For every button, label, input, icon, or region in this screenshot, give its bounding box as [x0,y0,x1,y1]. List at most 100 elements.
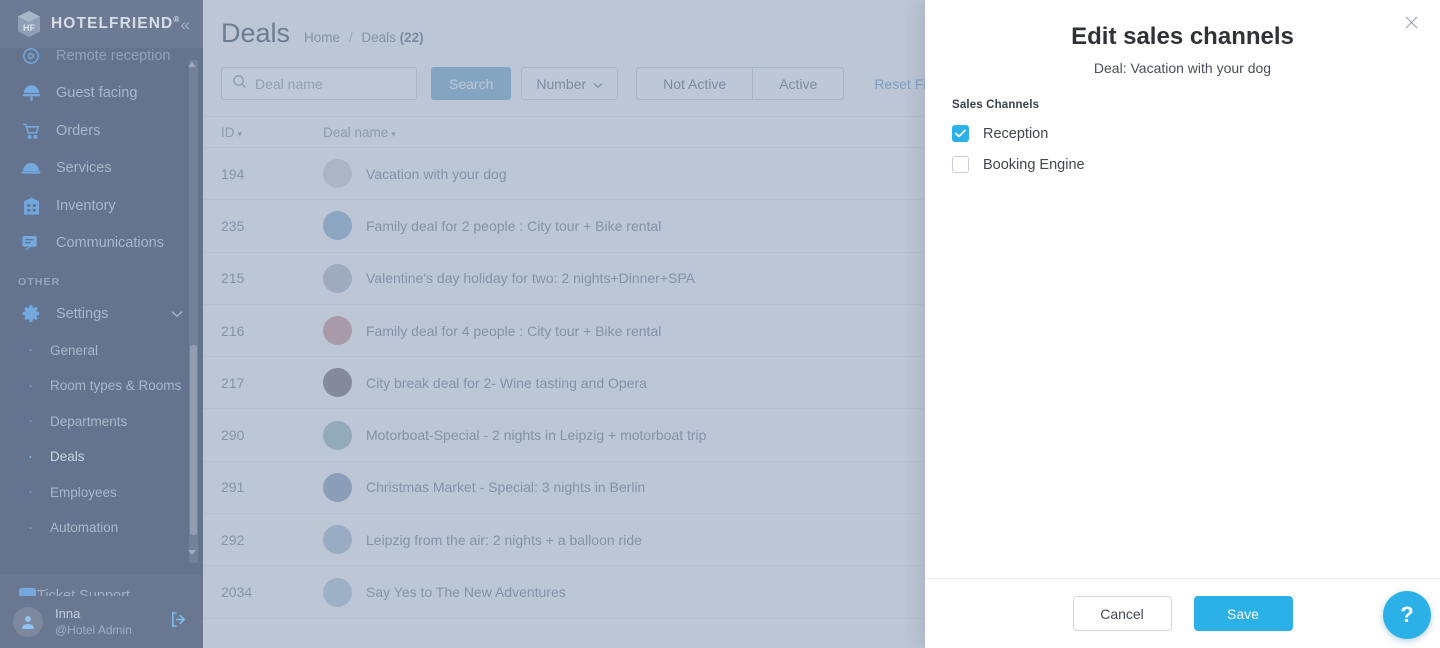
sidebar-item-settings-label: Settings [56,305,109,322]
sales-channel-label: Reception [983,125,1049,142]
deal-thumbnail [323,525,352,555]
cell-id: 292 [221,531,245,548]
checkbox-reception[interactable] [952,125,969,142]
sidebar-logo[interactable]: HF HOTELFRIEND® « [0,0,203,48]
deal-thumbnail [323,159,352,189]
close-icon[interactable] [1399,10,1423,34]
breadcrumb: Home / Deals (22) [304,30,424,45]
cell-id: 235 [221,217,245,234]
sidebar-item-automation[interactable]: · Automation [0,510,203,546]
user-info: Inna @Hotel Admin [55,606,132,637]
app-root: Deals Home / Deals (22) Deal name Search… [0,0,1440,648]
sales-channel-row[interactable]: Reception [952,125,1440,142]
svg-text:HF: HF [23,23,35,33]
sidebar-item-orders[interactable]: Orders [0,112,203,150]
cell-id: 215 [221,270,245,287]
search-input[interactable]: Deal name [221,67,417,100]
cloche-icon [18,158,44,178]
sidebar-item-remote-reception[interactable]: Remote reception [0,48,203,75]
page-title: Deals [221,18,291,48]
filter-not-active[interactable]: Not Active [637,68,753,99]
scrollbar-down-arrow-icon[interactable] [188,550,196,555]
deal-name-text: Motorboat-Special - 2 nights in Leipzig … [366,427,707,444]
sales-channel-label: Booking Engine [983,156,1085,173]
cancel-button[interactable]: Cancel [1072,596,1172,631]
sales-channels-list: Reception Booking Engine [952,125,1440,173]
sales-channel-row[interactable]: Booking Engine [952,156,1440,173]
deal-name-text: Valentine's day holiday for two: 2 night… [366,270,696,287]
deal-name-text: Christmas Market - Special: 3 nights in … [366,479,646,496]
cell-id: 2034 [221,584,253,601]
number-dropdown[interactable]: Number [521,67,619,100]
checkbox-booking-engine[interactable] [952,156,969,173]
deal-thumbnail [323,577,352,607]
sidebar-item-general[interactable]: · General [0,333,203,369]
sidebar-item-label: Services [56,160,112,177]
search-button[interactable]: Search [431,67,512,100]
sidebar-item-communications[interactable]: Communications [0,225,203,263]
breadcrumb-current: Deals [361,30,396,45]
deal-thumbnail [323,211,352,241]
deal-thumbnail [323,368,352,398]
sidebar-subitem-label: Automation [50,520,119,536]
user-role: @Hotel Admin [55,622,132,637]
filter-active[interactable]: Active [752,68,844,99]
sidebar-item-departments[interactable]: · Departments [0,404,203,440]
user-name: Inna [55,606,81,622]
search-icon [232,74,247,94]
sidebar-scrollbar-thumb[interactable] [190,345,197,535]
deal-thumbnail [323,263,352,293]
column-header-id-label: ID [221,124,235,140]
sidebar-item-inventory[interactable]: Inventory [0,187,203,225]
save-button[interactable]: Save [1193,596,1293,631]
sidebar-subitem-label: Room types & Rooms [50,378,182,394]
building-icon [18,196,44,216]
sidebar-item-label: Remote reception [56,48,171,64]
sidebar-item-services[interactable]: Services [0,150,203,188]
number-dropdown-label: Number [536,75,587,92]
sidebar-subitem-label: Deals [50,449,85,465]
sidebar-item-label: Communications [56,235,164,252]
column-header-id[interactable]: ID ▾ [203,125,323,140]
user-avatar-icon [13,607,43,637]
sidebar-item-settings[interactable]: Settings [0,295,203,333]
sidebar-subitem-label: General [50,342,99,358]
panel-footer: Cancel Save [925,578,1440,648]
logout-icon[interactable] [170,611,187,633]
edit-sales-channels-panel: Edit sales channels Deal: Vacation with … [925,0,1440,648]
sort-caret-icon: ▾ [391,128,396,139]
sidebar-item-guest-facing[interactable]: Guest facing [0,75,203,113]
help-button[interactable]: ? [1383,591,1431,639]
sidebar-user[interactable]: Inna @Hotel Admin [0,596,203,648]
brand-name: HOTELFRIEND® [51,14,181,33]
sidebar-item-label: Inventory [56,197,116,214]
gear-icon [18,304,44,324]
panel-title: Edit sales channels [1071,23,1294,50]
chevron-down-icon [171,307,183,321]
sidebar-section-other: OTHER [18,276,61,288]
breadcrumb-home[interactable]: Home [304,30,340,45]
panel-subtitle: Deal: Vacation with your dog [1093,60,1272,76]
panel-body: Sales Channels Reception Booking Engine [925,76,1440,578]
cell-id: 216 [221,322,245,339]
sidebar-subitem-label: Employees [50,484,117,500]
search-placeholder: Deal name [255,75,323,92]
sidebar-nav: Remote reception Guest facing Orders Servic… [0,48,203,575]
sidebar-item-deals[interactable]: · Deals [0,439,203,475]
deal-thumbnail [323,316,352,346]
gear-circle-icon [18,48,44,66]
sidebar-collapse-button[interactable]: « [180,16,189,33]
sidebar-item-employees[interactable]: · Employees [0,475,203,511]
sidebar-item-room-types-rooms[interactable]: · Room types & Rooms [0,368,203,404]
sidebar: HF HOTELFRIEND® « Remote reception Guest … [0,0,203,648]
deal-name-text: Vacation with your dog [366,165,507,182]
hotelfriend-logo-icon: HF [16,10,42,38]
concierge-icon [18,83,44,103]
sort-caret-icon: ▾ [237,128,243,139]
breadcrumb-separator: / [348,30,353,45]
cart-icon [18,121,44,141]
sidebar-scrollbar-track[interactable] [189,60,198,563]
chat-icon [18,233,44,253]
deal-name-text: Say Yes to The New Adventures [366,584,566,601]
deal-name-text: Family deal for 4 people : City tour + B… [366,322,662,339]
